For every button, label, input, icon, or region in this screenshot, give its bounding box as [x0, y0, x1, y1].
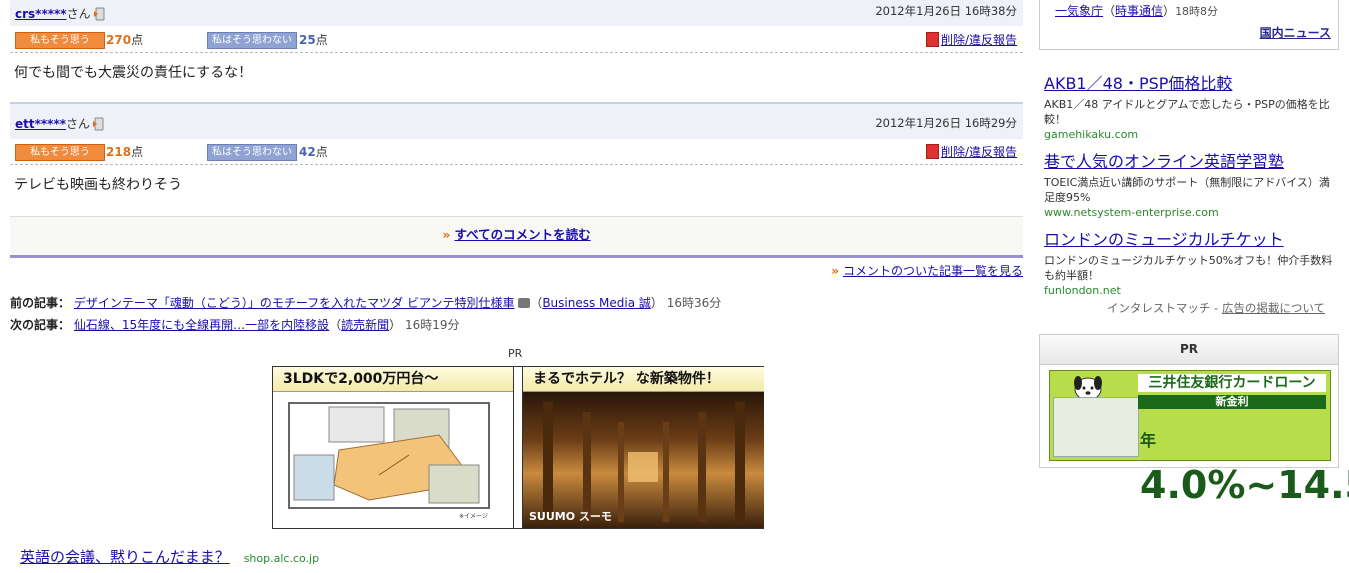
camera-icon	[518, 298, 531, 308]
news-item: 一気象庁（時事通信）18時8分	[1055, 4, 1219, 18]
arrow-right-icon: »	[831, 264, 839, 278]
vote-row: 私もそう思う 270点 私はそう思わない 25点 削除/違反報告	[10, 26, 1023, 53]
user-link[interactable]: ett*****	[15, 117, 66, 131]
prev-source-link[interactable]: Business Media 誠	[542, 296, 651, 310]
agree-points: 270点	[106, 33, 144, 47]
next-label: 次の記事：	[10, 318, 71, 332]
report-icon	[925, 144, 939, 159]
comment-date: 2012年1月26日 16時29分	[875, 116, 1017, 130]
smbc-title: 三井住友銀行カードローン	[1138, 374, 1326, 392]
disagree-button[interactable]: 私はそう思わない	[207, 32, 297, 49]
comment-header: ett*****さん 2012年1月26日 16時29分	[10, 102, 1023, 139]
comment-user: ett*****さん	[15, 115, 105, 132]
user-link[interactable]: crs*****	[15, 7, 67, 21]
next-article: 次の記事： 仙石線、15年度にも全線再開…一部を内陸移設（読売新聞） 16時19…	[10, 318, 460, 332]
disagree-points: 42点	[299, 145, 328, 159]
hotel-lobby-image: SUUMO スーモ	[523, 392, 764, 528]
honorific: さん	[66, 7, 91, 21]
smbc-new-rate: 新金利	[1138, 395, 1326, 409]
next-article-link[interactable]: 仙石線、15年度にも全線再開…一部を内陸移設	[74, 318, 329, 332]
banner-note: ※イメージ	[459, 513, 488, 520]
smbc-rate: 年 4.0%~14.5%	[1140, 411, 1349, 507]
arrow-right-icon: »	[442, 227, 451, 242]
report-icon	[925, 32, 939, 47]
domestic-news-link[interactable]: 国内ニュース	[1260, 24, 1331, 41]
mobile-post-icon	[93, 117, 104, 131]
sidebar-ad: 巷で人気のオンライン英語学習塾 TOEIC満点近い講師のサポート（無制限にアドバ…	[1044, 148, 1334, 219]
floorplan-image: ※イメージ	[279, 395, 507, 523]
smbc-rate-value: 4.0%~14.5%	[1140, 463, 1349, 507]
prev-time: 16時36分	[666, 296, 722, 310]
bottom-ad: 英語の会議、黙りこんだまま？ shop.alc.co.jp	[20, 546, 319, 567]
news-source-link[interactable]: 時事通信	[1115, 4, 1163, 18]
smbc-prefix: 年	[1140, 431, 1157, 450]
report-link-text[interactable]: 削除/違反報告	[941, 145, 1017, 159]
commented-articles: » コメントのついた記事一覧を見る	[831, 262, 1023, 279]
agree-button[interactable]: 私もそう思う	[15, 32, 105, 49]
vote-row: 私もそう思う 218点 私はそう思わない 42点 削除/違反報告	[10, 138, 1023, 165]
report-link[interactable]: 削除/違反報告	[925, 31, 1017, 48]
suumo-banner[interactable]: 3LDKで2,000万円台～ ※イメージ まるでホテル？ な新築物件！ SUUM…	[272, 366, 764, 529]
comment-body: テレビも映画も終わりそう	[14, 177, 182, 193]
news-time: 18時8分	[1175, 5, 1219, 18]
bottom-ad-host: shop.alc.co.jp	[243, 552, 320, 565]
read-all-link[interactable]: すべてのコメントを読む	[454, 227, 590, 242]
prev-article: 前の記事： デザインテーマ「魂動（こどう）」のモチーフを入れたマツダ ビアンテ特…	[10, 296, 722, 310]
pr-box: PR 三井住友銀行カードローン 新金利 年 4.0%~14.5%	[1039, 334, 1349, 507]
ad-title-link[interactable]: AKB1／48・PSP価格比較	[1044, 74, 1232, 93]
news-box: 一気象庁（時事通信）18時8分 国内ニュース	[1039, 0, 1339, 50]
sidebar-ad: ロンドンのミュージカルチケット ロンドンのミュージカルチケット50%オフも！仲介…	[1044, 226, 1334, 297]
cash-card-image	[1053, 397, 1139, 457]
disagree-points: 25点	[299, 33, 328, 47]
report-link[interactable]: 削除/違反報告	[925, 143, 1017, 160]
bottom-ad-link[interactable]: 英語の会議、黙りこんだまま？	[20, 548, 230, 566]
comment-body: 何でも間でも大震災の責任にするな！	[14, 65, 253, 81]
ad-title-link[interactable]: 巷で人気のオンライン英語学習塾	[1044, 152, 1284, 171]
honorific: さん	[66, 117, 91, 131]
banner-left-title: 3LDKで2,000万円台～	[273, 367, 513, 392]
ad-host: funlondon.net	[1044, 284, 1121, 297]
smbc-banner[interactable]: 三井住友銀行カードローン 新金利 年 4.0%~14.5%	[1049, 370, 1349, 507]
suumo-logo: SUUMO スーモ	[529, 510, 612, 523]
comment-date: 2012年1月26日 16時38分	[875, 4, 1017, 18]
next-time: 16時19分	[404, 318, 460, 332]
interest-match-label: インタレストマッチ	[1106, 301, 1211, 315]
banner-left[interactable]: 3LDKで2,000万円台～ ※イメージ	[273, 367, 514, 528]
comment-header: crs*****さん 2012年1月26日 16時38分	[10, 0, 1023, 26]
ad-desc: TOEIC満点近い講師のサポート（無制限にアドバイス）満足度95%	[1044, 176, 1330, 204]
pr-label: PR	[508, 347, 523, 360]
commented-articles-link[interactable]: コメントのついた記事一覧を見る	[843, 264, 1023, 278]
prev-label: 前の記事：	[10, 296, 71, 310]
ad-host: gamehikaku.com	[1044, 128, 1139, 141]
prev-article-link[interactable]: デザインテーマ「魂動（こどう）」のモチーフを入れたマツダ ビアンテ特別仕様車	[74, 296, 515, 310]
disagree-button[interactable]: 私はそう思わない	[207, 144, 297, 161]
pr-head: PR	[1040, 335, 1338, 365]
banner-right-title: まるでホテル？ な新築物件！	[523, 367, 764, 392]
report-link-text[interactable]: 削除/違反報告	[941, 33, 1017, 47]
interest-match: インタレストマッチ - 広告の掲載について	[1106, 301, 1325, 315]
ad-about-link[interactable]: 広告の掲載について	[1222, 301, 1325, 315]
agree-button[interactable]: 私もそう思う	[15, 144, 105, 161]
ad-host: www.netsystem-enterprise.com	[1044, 206, 1219, 219]
news-link[interactable]: 一気象庁	[1055, 4, 1103, 18]
ad-title-link[interactable]: ロンドンのミュージカルチケット	[1044, 230, 1284, 249]
sidebar-ad: AKB1／48・PSP価格比較 AKB1／48 アイドルとグアムで恋したら・PS…	[1044, 70, 1334, 141]
ad-desc: AKB1／48 アイドルとグアムで恋したら・PSPの価格を比較！	[1044, 98, 1330, 126]
read-all-bar: » すべてのコメントを読む	[10, 216, 1023, 258]
comment-user: crs*****さん	[15, 5, 106, 22]
banner-right[interactable]: まるでホテル？ な新築物件！ SUUMO スーモ	[522, 367, 764, 528]
ad-desc: ロンドンのミュージカルチケット50%オフも！仲介手数料も約半額！	[1044, 254, 1333, 282]
agree-points: 218点	[106, 145, 144, 159]
next-source-link[interactable]: 読売新聞	[341, 318, 389, 332]
mobile-post-icon	[93, 7, 105, 21]
